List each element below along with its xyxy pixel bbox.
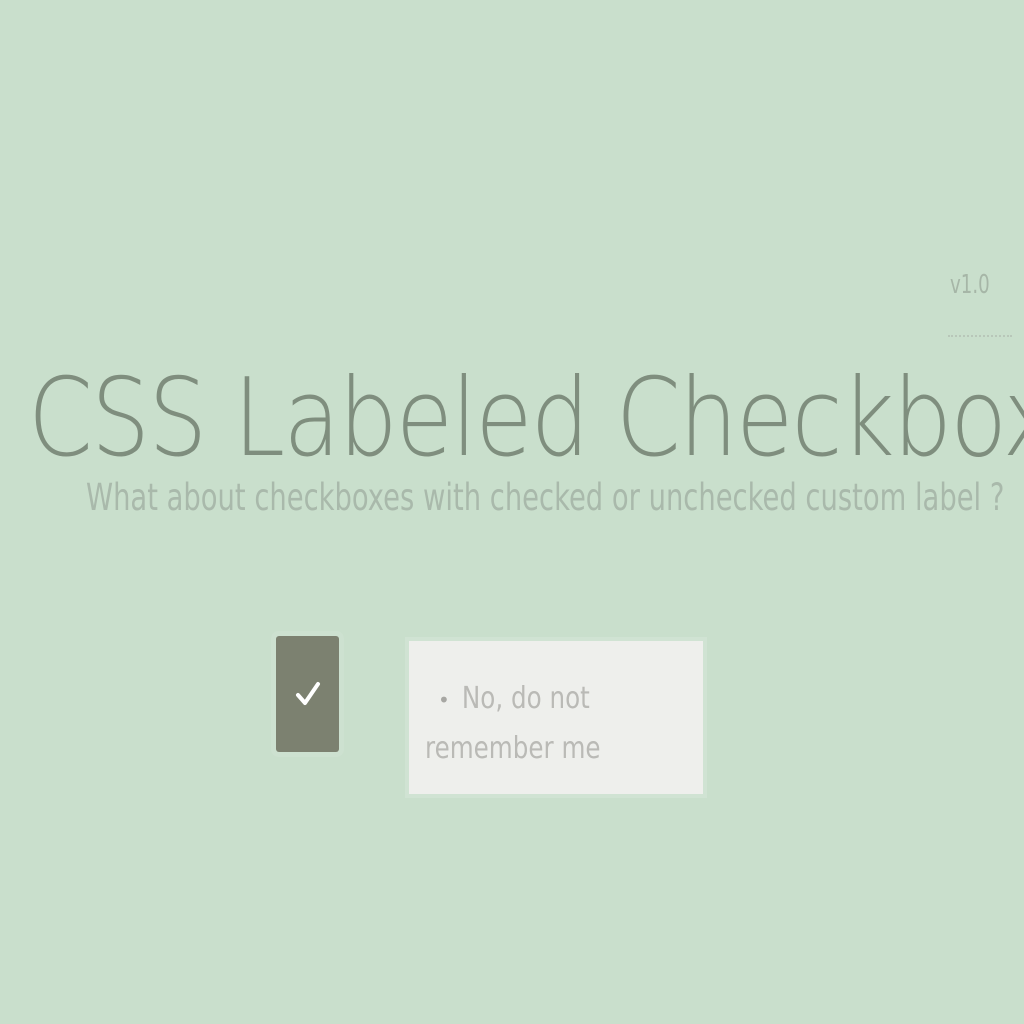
page: CSS Labeled Checkbox v1.0 What about che… <box>0 0 1024 1024</box>
version-label: v1.0 <box>950 270 990 300</box>
check-icon <box>295 682 320 705</box>
page-subtitle: What about checkboxes with checked or un… <box>86 476 1005 519</box>
page-title: CSS Labeled Checkbox <box>28 356 1024 482</box>
checkbox-label-card[interactable]: • No, do not remember me <box>409 641 703 794</box>
checkbox-label-text: No, do not remember me <box>425 681 601 766</box>
labeled-checkbox[interactable] <box>276 636 339 752</box>
version-underline <box>948 335 1012 339</box>
